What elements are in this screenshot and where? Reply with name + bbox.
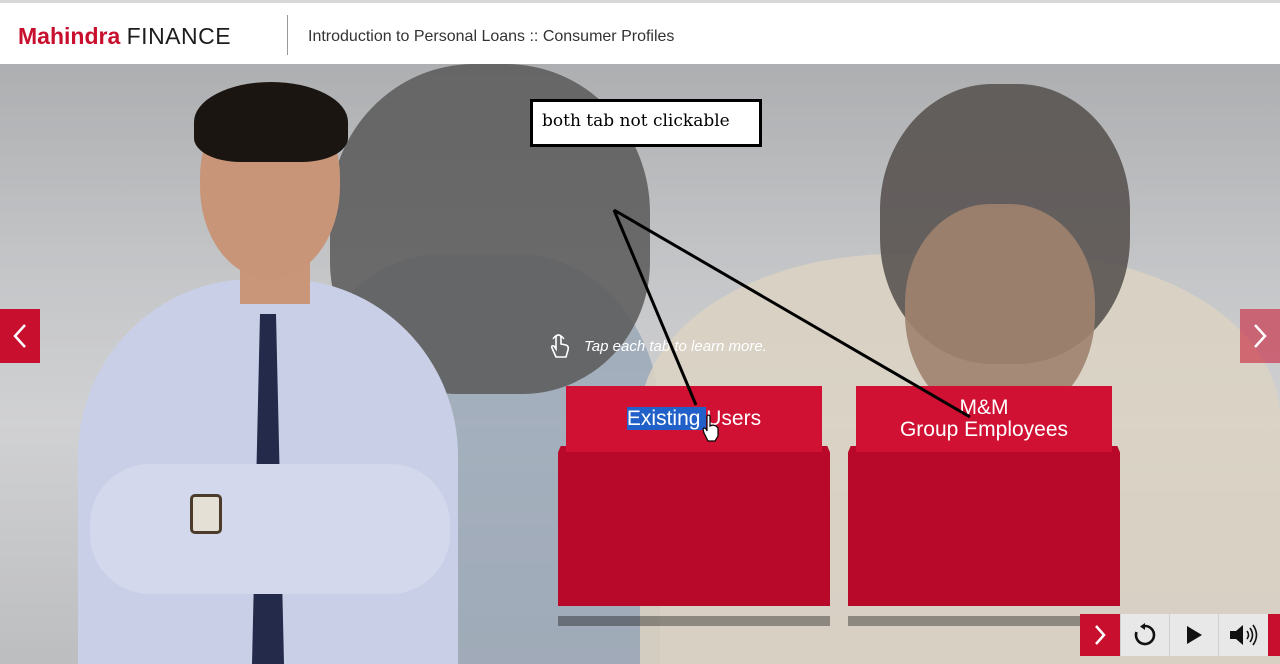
previous-slide-button[interactable] [0, 309, 40, 363]
volume-button[interactable] [1218, 614, 1269, 656]
mahindra-finance-logo: Mahindra FINANCE [18, 23, 231, 49]
slide-stage: Tap each tab to learn more. Existing Use… [0, 64, 1280, 664]
course-title: Introduction to Personal Loans :: Consum… [308, 28, 675, 45]
replay-button[interactable] [1120, 614, 1169, 656]
tap-hand-icon [550, 334, 570, 358]
instruction: Tap each tab to learn more. [546, 332, 767, 360]
presenter-hair [194, 82, 348, 162]
tab-existing-users[interactable]: Existing Users [558, 386, 830, 616]
logo-brand: Mahindra [18, 23, 121, 49]
instruction-text: Tap each tab to learn more. [584, 337, 767, 355]
player-controls [1080, 614, 1269, 656]
tab-shadow [558, 616, 830, 626]
header: Mahindra FINANCE Introduction to Persona… [0, 0, 1280, 64]
tab-mm-group-employees[interactable]: M&M Group Employees [848, 386, 1120, 616]
play-button[interactable] [1169, 614, 1218, 656]
tab-folder-body [848, 446, 1120, 606]
annotation-box: both tab not clickable [530, 99, 762, 147]
tab-folder-body [558, 446, 830, 606]
hand-cursor-icon [702, 414, 719, 442]
replay-icon [1134, 623, 1156, 646]
logo-suffix: FINANCE [126, 23, 232, 49]
next-button[interactable] [1080, 614, 1120, 656]
tab-label-selected-text: Existing [626, 407, 707, 430]
tab-label-line2: Group Employees [899, 418, 1069, 441]
volume-icon [1230, 624, 1258, 646]
header-divider [287, 15, 288, 55]
chevron-right-icon [1254, 324, 1267, 348]
annotation-text: both tab not clickable [542, 111, 730, 131]
controls-edge [1268, 614, 1280, 656]
tab-label-line1: M&M [959, 396, 1009, 419]
presenter-watch [190, 494, 222, 534]
chevron-right-icon [1095, 625, 1106, 645]
presenter-arms [90, 464, 450, 594]
tab-label: Existing Users [566, 386, 822, 452]
play-icon [1187, 626, 1202, 644]
tab-label: M&M Group Employees [856, 386, 1112, 452]
next-slide-button[interactable] [1240, 309, 1280, 363]
chevron-left-icon [13, 324, 26, 348]
